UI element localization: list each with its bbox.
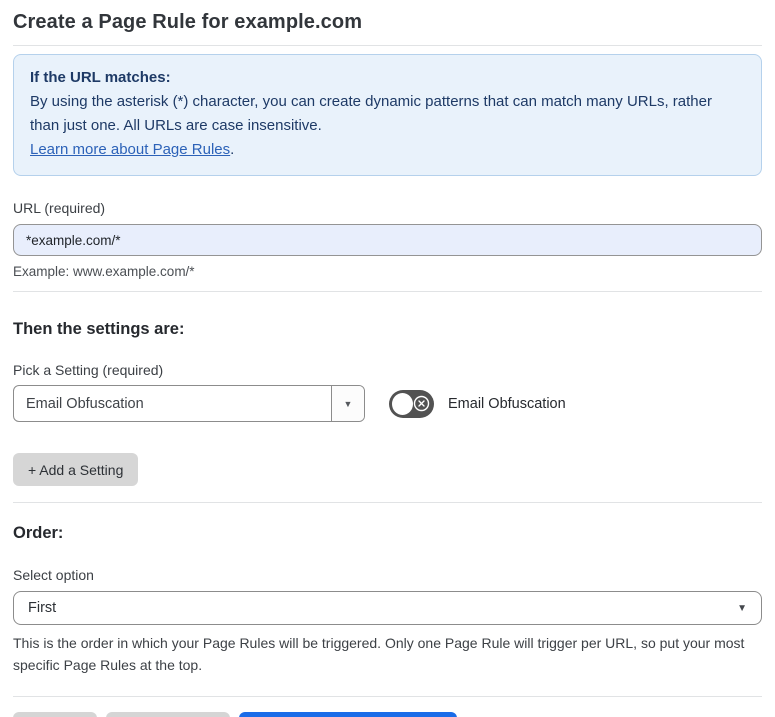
settings-section-heading: Then the settings are: (13, 320, 185, 338)
info-box-body: By using the asterisk (*) character, you… (30, 93, 712, 134)
email-obfuscation-toggle[interactable] (389, 389, 434, 418)
toggle-label: Email Obfuscation (448, 395, 566, 412)
url-field-label: URL (required) (13, 200, 106, 216)
section-divider (13, 502, 762, 503)
link-suffix: . (230, 141, 235, 158)
chevron-down-icon: ▼ (737, 602, 747, 614)
toggle-off-x-icon (413, 395, 430, 412)
title-divider (13, 45, 762, 46)
order-select-value: First (28, 600, 57, 616)
save-as-draft-button[interactable]: Save as Draft (105, 712, 231, 717)
footer-actions: Cancel Save as Draft Save and Deploy Pag… (13, 712, 762, 717)
create-page-rule-form: Create a Page Rule for example.com If th… (0, 11, 775, 717)
info-box-heading: If the URL matches: (30, 69, 171, 86)
pick-setting-label: Pick a Setting (required) (13, 362, 164, 378)
order-help-text: This is the order in which your Page Rul… (13, 635, 745, 673)
order-select-label: Select option (13, 567, 94, 583)
section-divider (13, 291, 762, 292)
url-input[interactable] (13, 224, 762, 256)
page-title: Create a Page Rule for example.com (13, 11, 363, 33)
save-and-deploy-button[interactable]: Save and Deploy Page Rule (239, 712, 458, 717)
setting-dropdown[interactable]: Email Obfuscation ▼ (13, 385, 365, 422)
learn-more-link[interactable]: Learn more about Page Rules (30, 141, 230, 158)
setting-dropdown-value: Email Obfuscation (26, 395, 144, 412)
toggle-knob (392, 392, 413, 415)
url-match-info-box: If the URL matches: By using the asteris… (13, 54, 762, 176)
info-box-link-line: Learn more about Page Rules. (30, 138, 745, 162)
order-select[interactable]: First ▼ (13, 591, 762, 625)
footer-divider (13, 696, 762, 697)
url-example-text: Example: www.example.com/* (13, 264, 195, 279)
setting-row: Email Obfuscation ▼ Email Obfuscation (13, 385, 762, 422)
chevron-down-icon[interactable]: ▼ (331, 386, 364, 421)
cancel-button[interactable]: Cancel (13, 712, 97, 717)
order-section-heading: Order: (13, 524, 64, 542)
add-setting-button[interactable]: + Add a Setting (13, 453, 139, 486)
